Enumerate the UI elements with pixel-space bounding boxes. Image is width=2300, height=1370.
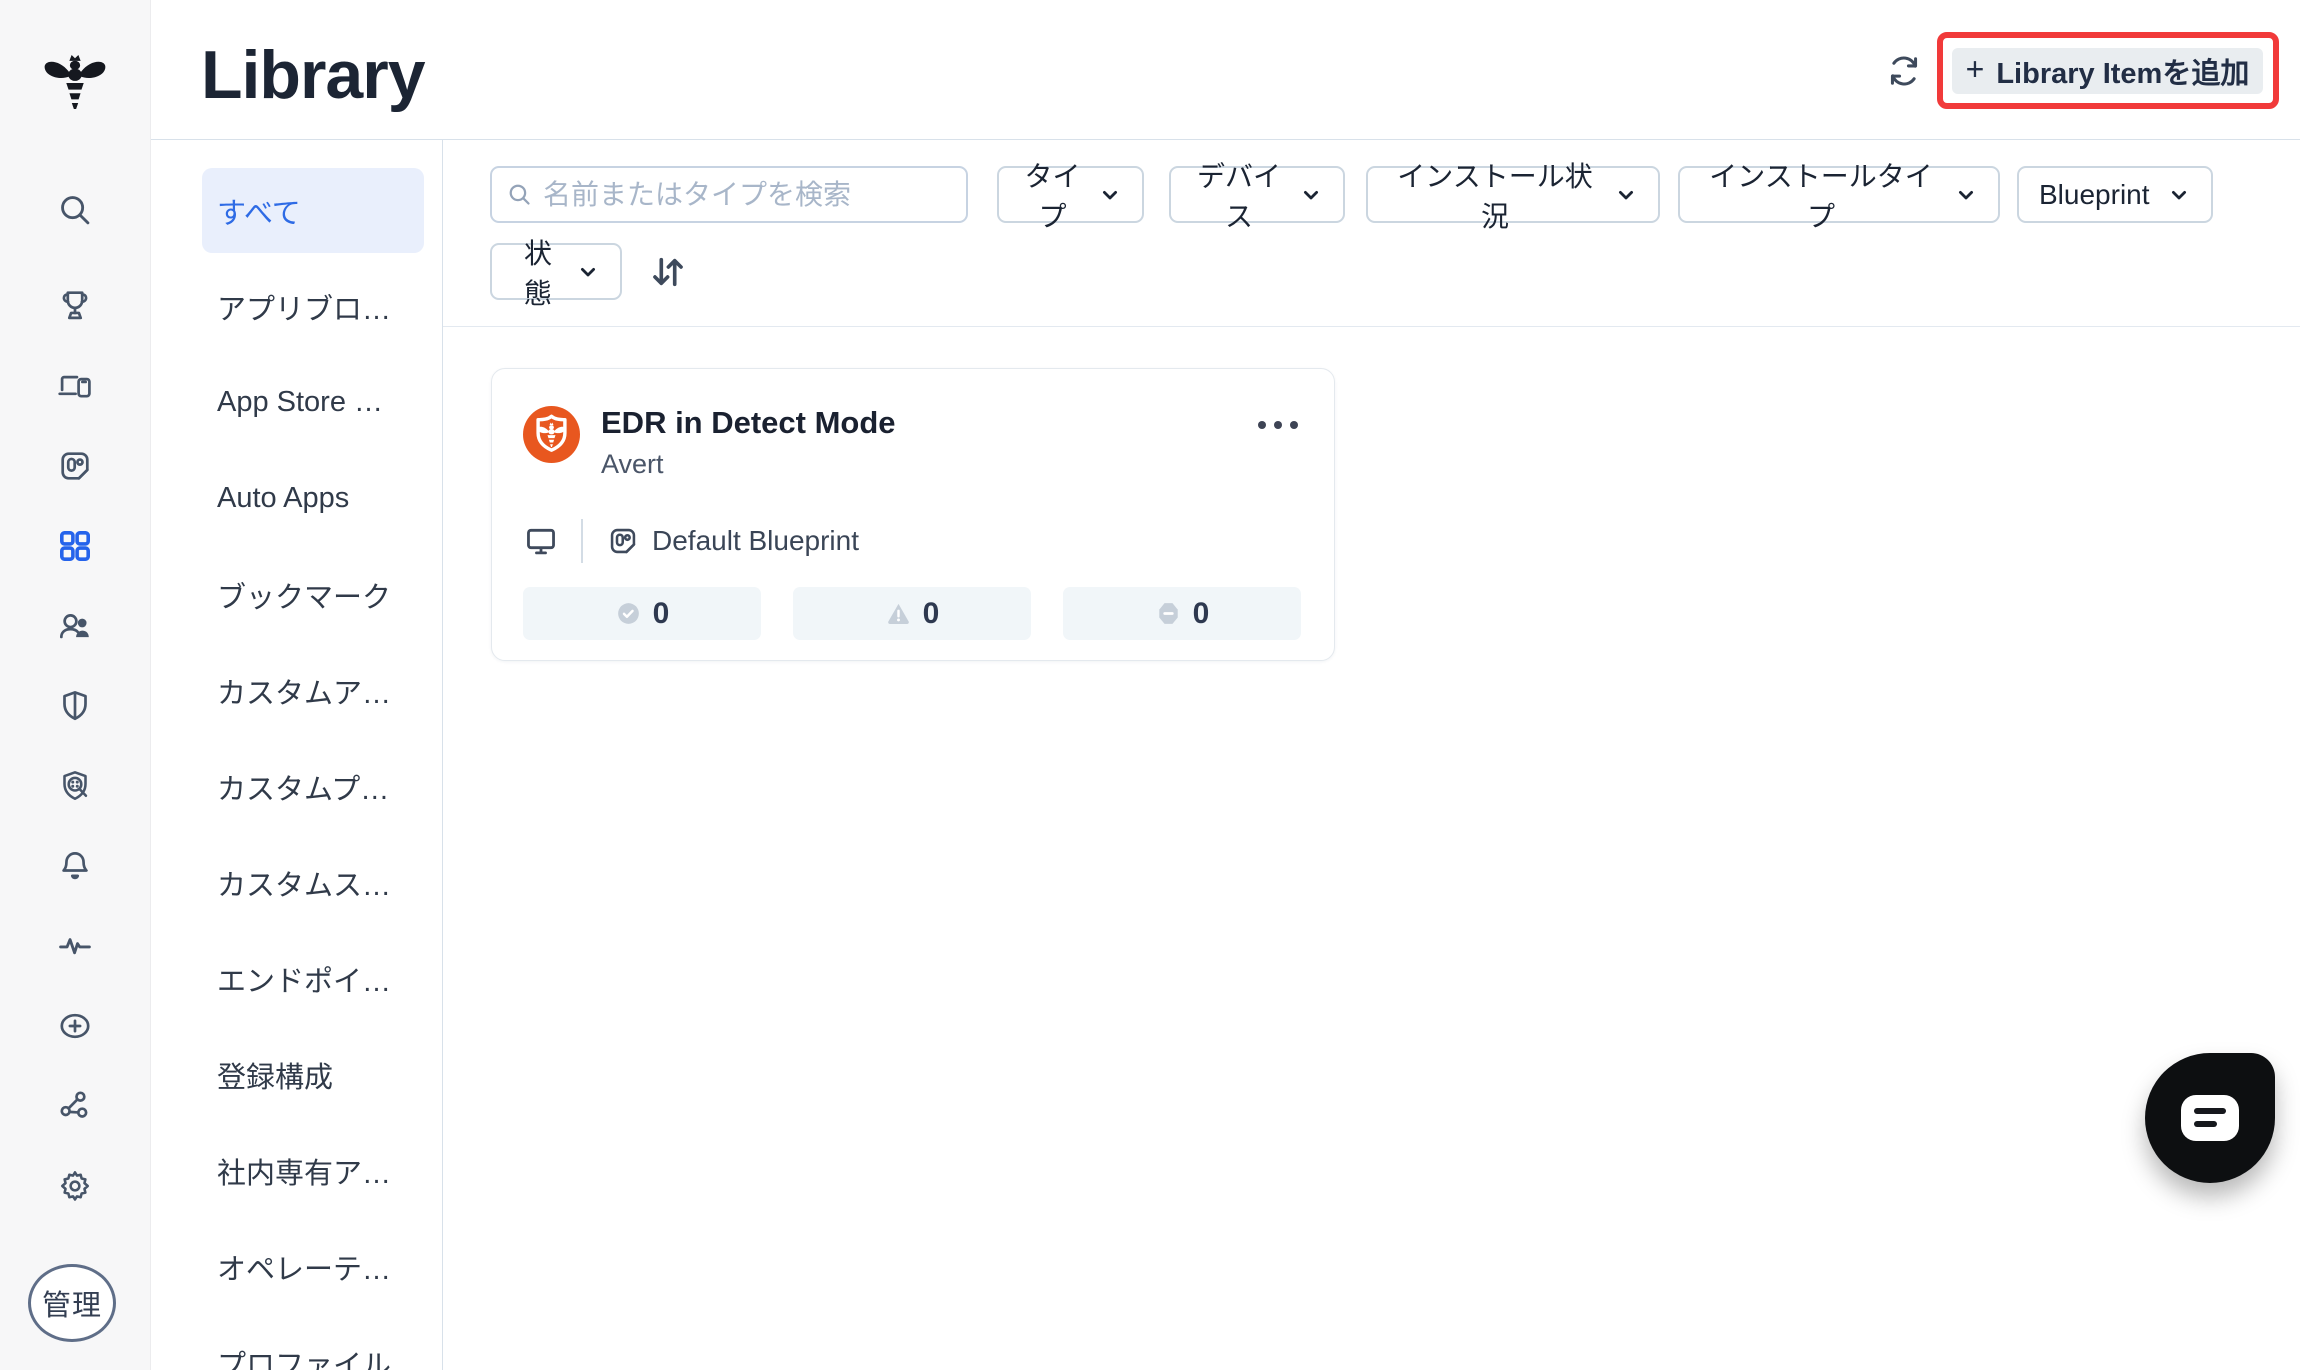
header-divider bbox=[151, 139, 2300, 140]
category-item-all[interactable]: すべて bbox=[202, 168, 424, 253]
success-check-circle-icon bbox=[617, 603, 639, 624]
admin-badge[interactable]: 管理 bbox=[28, 1264, 116, 1342]
plus-icon: + bbox=[1965, 51, 1985, 87]
mac-computer-icon bbox=[527, 528, 555, 555]
stat-warning-value: 0 bbox=[922, 596, 940, 630]
category-item-auto-apps[interactable]: Auto Apps bbox=[202, 456, 424, 541]
filter-type-button[interactable]: タイプ bbox=[997, 161, 1144, 232]
search-input[interactable] bbox=[543, 178, 952, 211]
category-item-enrollment-config[interactable]: 登録構成 bbox=[202, 1032, 424, 1117]
chevron-down-icon bbox=[1619, 190, 1633, 199]
card-ellipsis-menu-icon[interactable] bbox=[1250, 409, 1306, 441]
stat-success-value: 0 bbox=[652, 596, 670, 630]
category-item-bookmarks[interactable]: ブックマーク bbox=[202, 552, 424, 637]
category-item-operating[interactable]: オペレーテ… bbox=[202, 1224, 424, 1309]
trophy-icon[interactable] bbox=[55, 285, 95, 325]
chevron-down-icon bbox=[1959, 190, 1973, 199]
users-icon[interactable] bbox=[55, 606, 95, 646]
sort-order-icon[interactable] bbox=[645, 249, 691, 295]
library-category-sidebar: すべて アプリブロ… App Store … Auto Apps ブックマーク … bbox=[151, 140, 443, 1370]
chat-bubble-icon bbox=[2181, 1095, 2239, 1141]
category-item-custom-scripts[interactable]: カスタムス… bbox=[202, 840, 424, 925]
category-item-profiles[interactable]: プロファイル bbox=[202, 1320, 424, 1370]
chevron-down-icon bbox=[1103, 190, 1117, 199]
filter-device-button[interactable]: デバイス bbox=[1169, 161, 1345, 232]
chat-launcher-button[interactable] bbox=[2145, 1053, 2275, 1183]
kandji-bee-logo[interactable] bbox=[36, 51, 114, 117]
add-library-item-button[interactable]: + Library Itemを追加 bbox=[1952, 48, 2263, 94]
chevron-down-icon bbox=[1304, 190, 1318, 199]
alerts-bell-icon[interactable] bbox=[55, 846, 95, 886]
category-item-app-store[interactable]: App Store … bbox=[202, 360, 424, 445]
blocked-octagon-icon bbox=[1158, 603, 1178, 624]
card-title: EDR in Detect Mode bbox=[601, 405, 896, 440]
page-title: Library bbox=[201, 37, 426, 113]
stat-success-pill: 0 bbox=[523, 587, 761, 640]
category-item-custom-apps[interactable]: カスタムア… bbox=[202, 648, 424, 733]
blueprint-label: Default Blueprint bbox=[652, 525, 860, 556]
add-library-item-label: Library Itemを追加 bbox=[1996, 58, 2250, 90]
card-meta-row: Default Blueprint bbox=[525, 519, 859, 563]
category-item-in-house-apps[interactable]: 社内専有ア… bbox=[202, 1128, 424, 1213]
search-icon[interactable] bbox=[55, 190, 95, 230]
filter-blueprint-button[interactable]: Blueprint bbox=[2017, 166, 2213, 223]
filters-divider bbox=[443, 326, 2300, 327]
stat-warning-pill: 0 bbox=[793, 587, 1031, 640]
integrations-share-icon[interactable] bbox=[55, 1086, 95, 1126]
filter-install-type-button[interactable]: インストールタイプ bbox=[1678, 161, 2000, 232]
chevron-down-icon bbox=[2172, 190, 2186, 199]
stat-blocked-value: 0 bbox=[1192, 596, 1210, 630]
chevron-down-icon bbox=[581, 267, 595, 276]
icon-sidebar: 管理 bbox=[0, 0, 151, 1370]
kandji-library-page: 管理 Library + Library Itemを追加 すべて アプリブロ… … bbox=[0, 0, 2300, 1370]
library-search-box bbox=[490, 166, 968, 223]
devices-icon[interactable] bbox=[55, 366, 95, 406]
warning-triangle-icon bbox=[887, 603, 909, 624]
add-circle-icon[interactable] bbox=[55, 1006, 95, 1046]
search-icon bbox=[509, 184, 530, 205]
library-item-card[interactable]: EDR in Detect Mode Avert Default Bluepri… bbox=[491, 368, 1335, 661]
blueprint-icon bbox=[610, 528, 636, 554]
blueprint-templates-icon[interactable] bbox=[55, 446, 95, 486]
admin-badge-label: 管理 bbox=[41, 1290, 102, 1322]
avert-app-icon bbox=[523, 406, 580, 463]
settings-gear-icon[interactable] bbox=[55, 1166, 95, 1206]
category-item-app-blocking[interactable]: アプリブロ… bbox=[202, 264, 424, 349]
category-item-custom-printers[interactable]: カスタムプ… bbox=[202, 744, 424, 829]
category-item-endpoint[interactable]: エンドポイ… bbox=[202, 936, 424, 1021]
filter-status-label: 状態 bbox=[523, 237, 552, 309]
meta-divider bbox=[581, 519, 583, 563]
refresh-icon[interactable] bbox=[1885, 52, 1925, 92]
filter-type-label: タイプ bbox=[1024, 160, 1081, 232]
filter-blueprint-label: Blueprint bbox=[2039, 178, 2150, 210]
stat-blocked-pill: 0 bbox=[1063, 587, 1301, 640]
security-shield-icon[interactable] bbox=[55, 686, 95, 726]
filter-install-status-button[interactable]: インストール状況 bbox=[1366, 161, 1660, 232]
activity-pulse-icon[interactable] bbox=[55, 926, 95, 966]
card-subtitle: Avert bbox=[601, 449, 664, 479]
threat-detection-icon[interactable] bbox=[55, 766, 95, 806]
library-grid-icon[interactable] bbox=[55, 526, 95, 566]
filter-install-status-label: インストール状況 bbox=[1397, 160, 1593, 232]
filter-device-label: デバイス bbox=[1196, 160, 1281, 232]
filter-install-type-label: インストールタイプ bbox=[1709, 160, 1933, 232]
filter-status-button[interactable]: 状態 bbox=[490, 238, 622, 309]
